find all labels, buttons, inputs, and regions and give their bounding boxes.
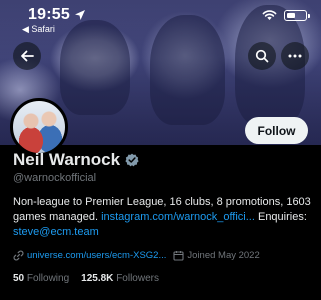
status-bar: 19:55 ◀ Safari [0, 0, 321, 36]
name-row: Neil Warnock [13, 150, 139, 170]
profile-page: 19:55 ◀ Safari Follow Neil Warnock @warn… [0, 0, 321, 300]
wifi-icon [262, 10, 277, 20]
profile-bio: Non-league to Premier League, 16 clubs, … [13, 195, 313, 240]
follow-button[interactable]: Follow [245, 117, 308, 144]
bio-enquiries-text: Enquiries: [254, 211, 307, 223]
link-icon [13, 250, 24, 261]
arrow-left-icon [21, 50, 34, 62]
battery-icon [284, 10, 310, 21]
back-to-app-link[interactable]: ◀ Safari [22, 24, 55, 35]
status-icons [262, 10, 310, 21]
bio-email-link[interactable]: steve@ecm.team [13, 226, 99, 238]
website-link[interactable]: universe.com/users/ecm-XSG2... [27, 250, 166, 261]
more-icon [288, 54, 302, 58]
followers-label: Followers [116, 273, 159, 284]
profile-stats: 50 Following 125.8K Followers [13, 273, 159, 284]
following-count: 50 [13, 273, 25, 284]
calendar-icon [173, 251, 184, 261]
more-button[interactable] [281, 42, 309, 70]
followers-stat[interactable]: 125.8K Followers [81, 273, 159, 284]
avatar[interactable] [10, 98, 68, 156]
profile-handle: @warnockofficial [13, 172, 97, 184]
back-button[interactable] [13, 42, 41, 70]
search-icon [255, 49, 269, 63]
following-label: Following [26, 273, 70, 284]
search-button[interactable] [248, 42, 276, 70]
location-arrow-icon [75, 10, 85, 20]
verified-badge-icon[interactable] [125, 153, 139, 167]
battery-fill [286, 12, 295, 18]
joined-date: Joined May 2022 [187, 250, 260, 261]
followers-count: 125.8K [81, 273, 114, 284]
bio-instagram-link[interactable]: instagram.com/warnock_offici... [101, 211, 255, 223]
profile-name: Neil Warnock [13, 150, 121, 169]
status-time: 19:55 [28, 6, 70, 23]
profile-meta: universe.com/users/ecm-XSG2... Joined Ma… [13, 250, 260, 261]
following-stat[interactable]: 50 Following [13, 273, 69, 284]
